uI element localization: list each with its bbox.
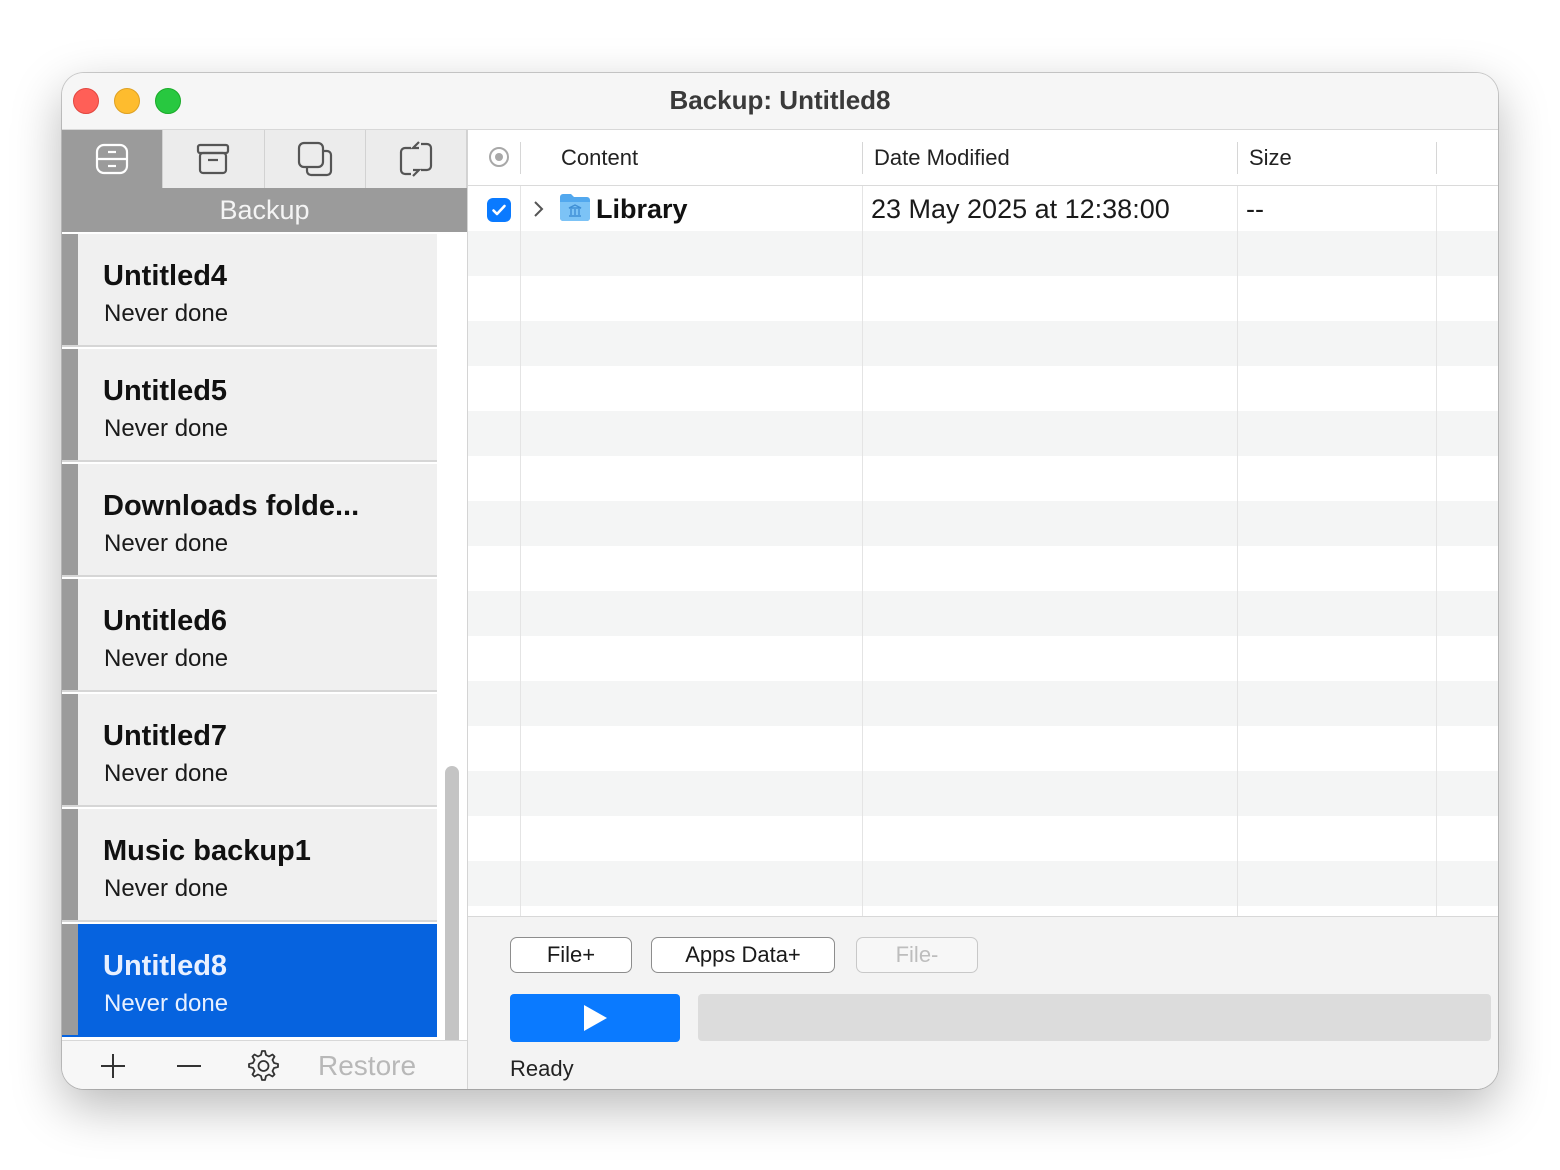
item-status-bar (62, 809, 78, 920)
empty-row (468, 321, 1498, 366)
list-item-selected[interactable]: Untitled8 Never done (62, 924, 437, 1037)
row-date-modified: 23 May 2025 at 12:38:00 (871, 194, 1170, 224)
run-backup-button[interactable] (510, 994, 680, 1042)
empty-row (468, 546, 1498, 591)
backup-progress-bar (698, 994, 1491, 1041)
sidebar-footer: Restore (62, 1040, 467, 1089)
remove-task-button[interactable] (172, 1041, 206, 1089)
mode-tabs (62, 130, 467, 188)
column-divider (862, 142, 863, 174)
status-text: Ready (510, 1056, 574, 1081)
include-checkbox[interactable] (487, 198, 511, 222)
app-window: Backup: Untitled8 Backup Untitled4 Never… (62, 73, 1498, 1089)
tab-backup[interactable] (62, 130, 164, 188)
item-status-bar (62, 349, 78, 460)
add-file-button[interactable]: File+ (510, 937, 632, 973)
item-status: Never done (104, 990, 229, 1017)
restore-button[interactable]: Restore (318, 1041, 416, 1089)
item-name: Untitled4 (103, 260, 228, 292)
item-status-bar (62, 924, 78, 1035)
item-name: Untitled8 (103, 950, 228, 982)
target-circle-icon (489, 147, 509, 167)
include-column-header[interactable] (488, 146, 510, 173)
gear-icon (248, 1049, 279, 1081)
empty-row (468, 501, 1498, 546)
sync-arrows-icon (399, 141, 432, 177)
item-name: Untitled7 (103, 720, 228, 752)
column-gridline (862, 186, 863, 916)
item-status: Never done (104, 875, 229, 902)
empty-row (468, 726, 1498, 771)
list-item[interactable]: Untitled4 Never done (62, 234, 437, 347)
backup-drive-icon (96, 143, 129, 175)
column-header-date-modified[interactable]: Date Modified (874, 130, 1010, 185)
list-item[interactable]: Music backup1 Never done (62, 809, 437, 922)
column-header-size[interactable]: Size (1249, 130, 1292, 185)
empty-row (468, 231, 1498, 276)
item-name: Music backup1 (103, 835, 311, 867)
item-status-bar (62, 694, 78, 805)
empty-row (468, 411, 1498, 456)
file-table-body: Library 23 May 2025 at 12:38:00 -- (468, 186, 1498, 916)
remove-file-button[interactable]: File- (856, 937, 978, 973)
item-status-bar (62, 579, 78, 690)
add-apps-data-button[interactable]: Apps Data+ (651, 937, 835, 973)
item-status: Never done (104, 300, 229, 327)
list-item[interactable]: Untitled7 Never done (62, 694, 437, 807)
item-name: Downloads folde... (103, 490, 360, 522)
list-item[interactable]: Downloads folde... Never done (62, 464, 437, 577)
mode-label: Backup (62, 188, 467, 232)
column-header-content[interactable]: Content (561, 130, 638, 185)
column-divider (1237, 142, 1238, 174)
empty-row (468, 591, 1498, 636)
settings-button[interactable] (242, 1041, 282, 1089)
archive-box-icon (197, 143, 230, 175)
empty-row (468, 276, 1498, 321)
empty-row (468, 456, 1498, 501)
window-title: Backup: Untitled8 (669, 85, 891, 115)
list-item[interactable]: Untitled6 Never done (62, 579, 437, 692)
plus-icon (101, 1053, 125, 1078)
list-item[interactable]: Untitled5 Never done (62, 349, 437, 462)
tab-archive[interactable] (163, 130, 265, 188)
tab-clone[interactable] (265, 130, 366, 188)
item-status: Never done (104, 760, 229, 787)
action-panel: File+ Apps Data+ File- Ready (468, 916, 1498, 1089)
empty-row (468, 861, 1498, 906)
copy-squares-icon (297, 141, 332, 177)
empty-row (468, 366, 1498, 411)
table-header: Content Date Modified Size (468, 130, 1498, 186)
column-gridline (520, 186, 521, 916)
item-status: Never done (104, 530, 229, 557)
column-gridline (1237, 186, 1238, 916)
item-name: Untitled6 (103, 605, 228, 637)
item-name: Untitled5 (103, 375, 228, 407)
empty-row (468, 636, 1498, 681)
disclosure-chevron-icon[interactable] (532, 199, 546, 224)
item-status: Never done (104, 645, 229, 672)
library-folder-icon (559, 192, 591, 227)
item-status: Never done (104, 415, 229, 442)
title-bar: Backup: Untitled8 (62, 73, 1498, 130)
minus-icon (177, 1064, 201, 1067)
item-status-bar (62, 234, 78, 345)
row-size: -- (1246, 194, 1264, 224)
backup-task-list: Untitled4 Never done Untitled5 Never don… (62, 234, 467, 1038)
item-status-bar (62, 464, 78, 575)
checkmark-icon (492, 204, 506, 216)
empty-row (468, 771, 1498, 816)
play-icon (584, 1005, 607, 1031)
row-content-name: Library (596, 194, 688, 224)
column-gridline (1436, 186, 1437, 916)
column-divider (1436, 142, 1437, 174)
column-divider (520, 142, 521, 174)
content-area: Content Date Modified Size Library 23 Ma… (468, 130, 1498, 1089)
tab-sync[interactable] (366, 130, 467, 188)
empty-row (468, 906, 1498, 916)
table-row[interactable]: Library 23 May 2025 at 12:38:00 -- (468, 186, 1498, 231)
add-task-button[interactable] (96, 1041, 130, 1089)
empty-row (468, 681, 1498, 726)
sidebar: Backup Untitled4 Never done Untitled5 Ne… (62, 130, 468, 1089)
empty-row (468, 816, 1498, 861)
